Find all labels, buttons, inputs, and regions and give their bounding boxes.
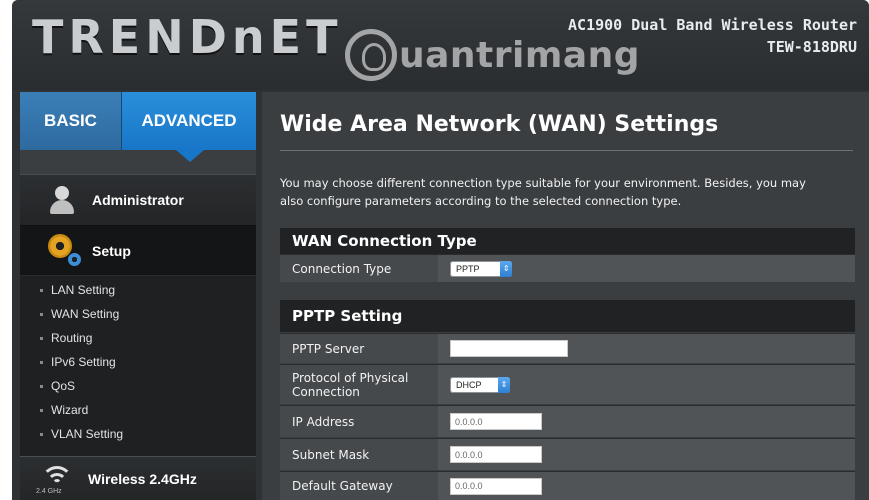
sidebar-item-label: Administrator [92,192,184,208]
wan-connection-type-heading: WAN Connection Type [280,228,855,254]
router-admin-window: TRENDnET uantrimang AC1900 Dual Band Wir… [12,0,869,500]
subnet-mask-input[interactable]: 0.0.0.0 [450,446,542,463]
submenu-item-ipv6-setting[interactable]: IPv6 Setting [20,350,256,374]
wifi-band-label: 2.4 GHz [36,487,62,495]
submenu-item-wizard[interactable]: Wizard [20,398,256,422]
connection-type-row: Connection Type PPTP ⇕ [280,254,855,282]
default-gateway-label: Default Gateway [280,472,438,500]
submenu-label: VLAN Setting [51,427,124,441]
pptp-setting-heading: PPTP Setting [280,300,855,332]
chevron-updown-icon: ⇕ [498,376,510,393]
pptp-server-label: PPTP Server [280,334,438,363]
default-gateway-row: Default Gateway 0.0.0.0 [280,471,855,500]
protocol-row: Protocol of Physical Connection DHCP ⇕ [280,364,855,404]
chevron-updown-icon: ⇕ [500,260,512,277]
submenu-label: Routing [51,331,93,345]
sidebar-item-label: Wireless 2.4GHz [88,470,197,487]
sidebar-item-setup[interactable]: Setup [20,226,256,276]
wifi-icon: 2.4 GHz [36,465,74,495]
bullet-icon [40,336,43,340]
bullet-icon [40,312,43,316]
submenu-label: IPv6 Setting [51,355,116,369]
tab-advanced[interactable]: ADVANCED [122,92,256,150]
bullet-icon [40,408,43,412]
sidebar-item-administrator[interactable]: Administrator [20,174,256,226]
protocol-select[interactable]: DHCP ⇕ [450,376,510,393]
submenu-label: QoS [51,379,76,393]
header: TRENDnET uantrimang AC1900 Dual Band Wir… [12,0,869,90]
bullet-icon [40,384,43,388]
model-name: AC1900 Dual Band Wireless Router [568,16,857,34]
model-number: TEW-818DRU [766,38,857,56]
submenu-label: LAN Setting [51,283,116,297]
connection-type-label: Connection Type [280,255,438,282]
watermark-text: uantrimang [399,34,641,76]
sidebar-divider [20,150,256,174]
pptp-server-input[interactable] [450,340,568,357]
sidebar-item-wireless-2-4ghz[interactable]: 2.4 GHz Wireless 2.4GHz [20,456,256,500]
select-value: DHCP [456,379,482,390]
default-gateway-cell: 0.0.0.0 [438,472,855,500]
submenu-item-qos[interactable]: QoS [20,374,256,398]
submenu-label: Wizard [51,403,89,417]
select-value: PPTP [456,263,480,274]
intro-line: also configure parameters according to t… [280,194,682,208]
page-title: Wide Area Network (WAN) Settings [280,112,719,137]
intro-text: You may choose different connection type… [280,174,840,210]
bullet-icon [40,432,43,436]
subnet-mask-row: Subnet Mask 0.0.0.0 [280,438,855,470]
protocol-label: Protocol of Physical Connection [280,365,438,404]
connection-type-cell: PPTP ⇕ [438,255,855,282]
submenu-item-routing[interactable]: Routing [20,326,256,350]
sidebar-item-label: Setup [92,242,131,259]
lightbulb-icon [345,29,397,81]
gear-icon [50,235,81,266]
title-divider [280,150,853,151]
setup-submenu: LAN Setting WAN Setting Routing IPv6 Set… [20,278,256,446]
bullet-icon [40,288,43,292]
brand-logo: TRENDnET [32,10,343,64]
ip-address-input[interactable]: 0.0.0.0 [450,413,542,430]
protocol-cell: DHCP ⇕ [438,365,855,404]
administrator-icon [50,185,80,215]
ip-address-row: IP Address 0.0.0.0 [280,405,855,437]
pptp-server-cell [438,334,855,363]
pptp-server-row: PPTP Server [280,333,855,363]
submenu-item-vlan-setting[interactable]: VLAN Setting [20,422,256,446]
tab-basic[interactable]: BASIC [20,92,122,150]
ip-address-cell: 0.0.0.0 [438,406,855,437]
sidebar: BASIC ADVANCED Administrator Setup LAN S… [20,92,256,500]
default-gateway-input[interactable]: 0.0.0.0 [450,477,542,495]
submenu-item-wan-setting[interactable]: WAN Setting [20,302,256,326]
ip-address-label: IP Address [280,406,438,437]
submenu-item-lan-setting[interactable]: LAN Setting [20,278,256,302]
bullet-icon [40,360,43,364]
active-tab-pointer [176,150,204,162]
subnet-mask-label: Subnet Mask [280,439,438,470]
submenu-label: WAN Setting [51,307,120,321]
main-content: Wide Area Network (WAN) Settings You may… [262,92,869,500]
subnet-mask-cell: 0.0.0.0 [438,439,855,470]
connection-type-select[interactable]: PPTP ⇕ [450,260,512,277]
intro-line: You may choose different connection type… [280,176,806,190]
